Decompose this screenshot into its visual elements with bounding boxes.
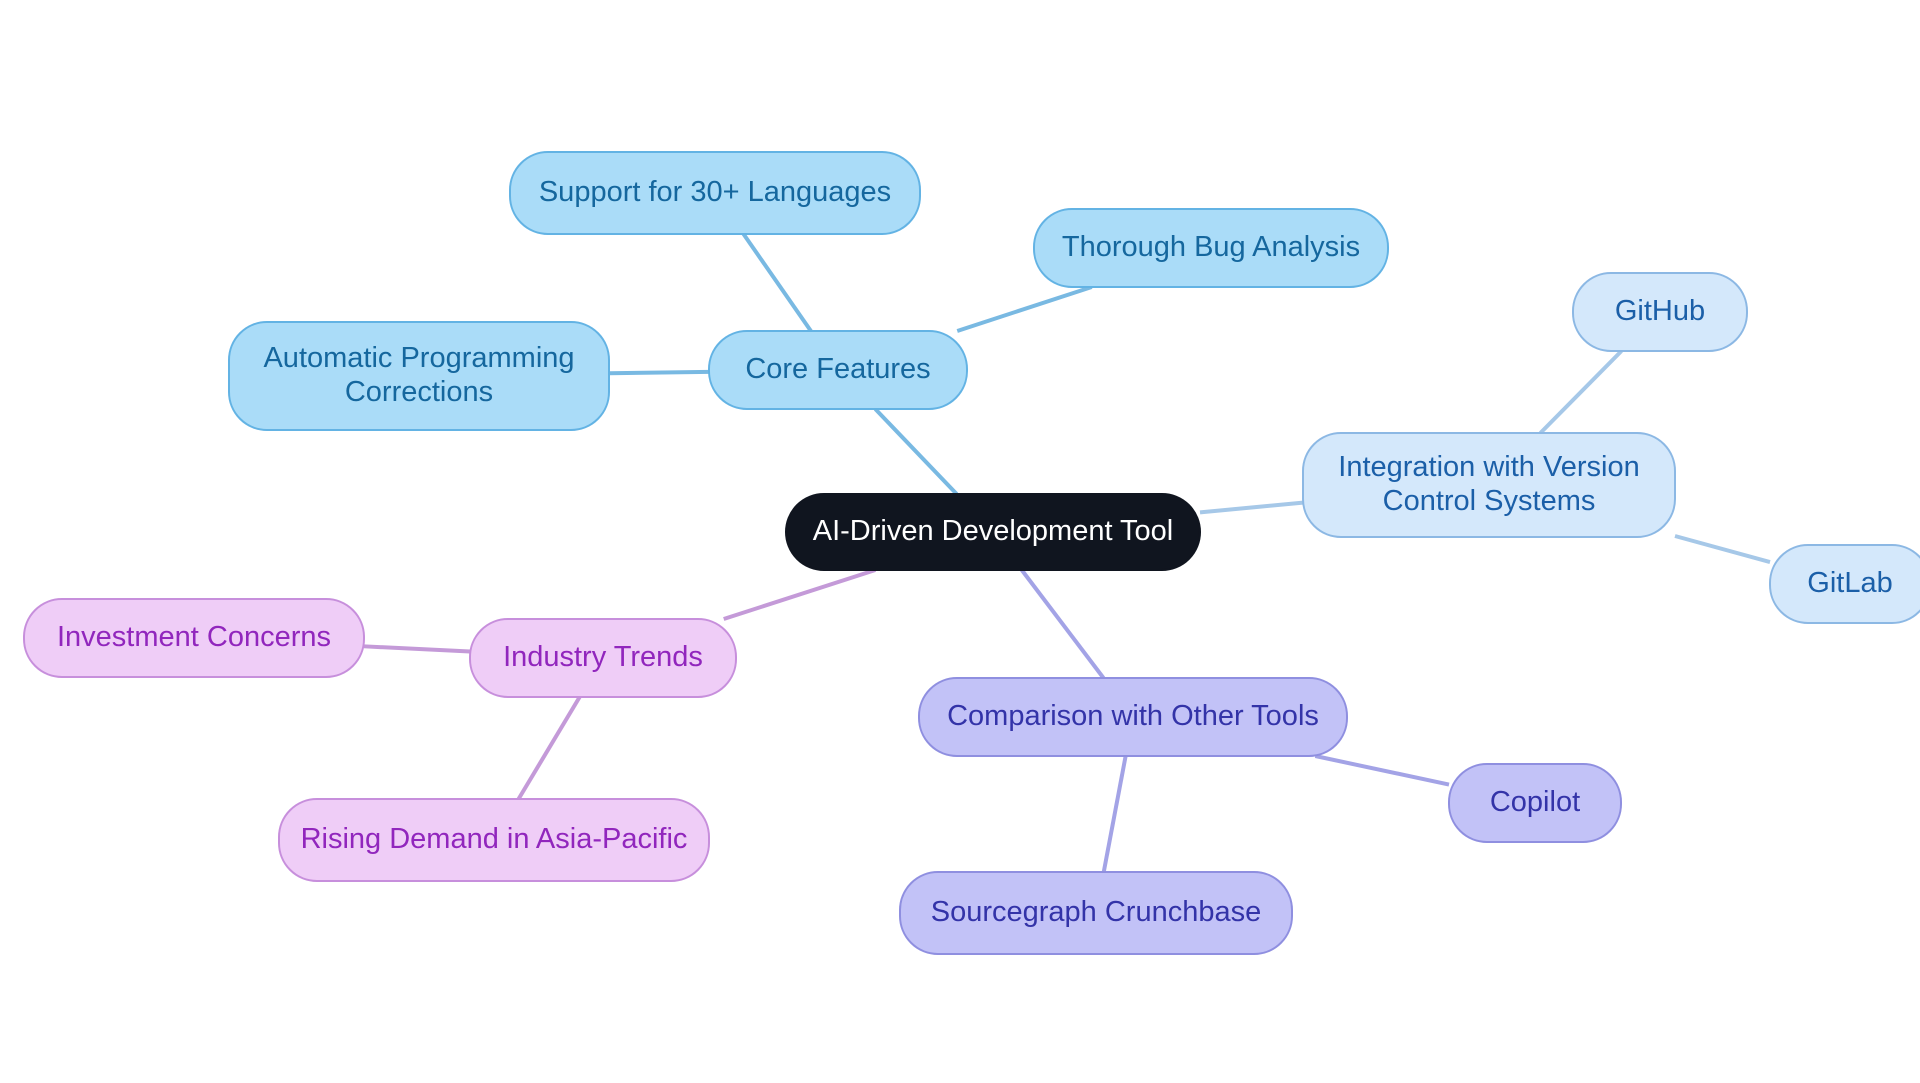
leaf-node-bug-analysis[interactable]: Thorough Bug Analysis [1033, 208, 1389, 288]
node-label-industry-trends: Industry Trends [503, 641, 703, 673]
node-label-support-languages: Support for 30+ Languages [539, 176, 891, 208]
edge-core-features-to-automatic-corrections [608, 369, 710, 376]
branch-node-industry-trends[interactable]: Industry Trends [469, 618, 737, 698]
branch-node-comparison-tools[interactable]: Comparison with Other Tools [918, 677, 1348, 757]
mind-map-diagram: Support for 30+ Languages Automatic Progr… [0, 0, 1920, 1083]
node-label-comparison-tools: Comparison with Other Tools [947, 700, 1319, 732]
leaf-node-sourcegraph-crunchbase[interactable]: Sourcegraph Crunchbase [899, 871, 1293, 955]
node-label-copilot: Copilot [1490, 786, 1580, 818]
leaf-node-automatic-corrections[interactable]: Automatic Programming Corrections [228, 321, 610, 431]
root-node-root[interactable]: AI-Driven Development Tool [785, 493, 1201, 571]
branch-node-core-features[interactable]: Core Features [708, 330, 968, 410]
leaf-node-support-languages[interactable]: Support for 30+ Languages [509, 151, 921, 235]
node-label-root: AI-Driven Development Tool [813, 515, 1174, 547]
leaf-node-gitlab[interactable]: GitLab [1769, 544, 1920, 624]
branch-node-version-control[interactable]: Integration with Version Control Systems [1302, 432, 1676, 538]
node-label-bug-analysis: Thorough Bug Analysis [1062, 231, 1360, 263]
node-label-gitlab: GitLab [1807, 567, 1892, 599]
leaf-node-rising-demand[interactable]: Rising Demand in Asia-Pacific [278, 798, 710, 882]
leaf-node-investment-concerns[interactable]: Investment Concerns [23, 598, 365, 678]
leaf-node-github[interactable]: GitHub [1572, 272, 1748, 352]
node-label-core-features: Core Features [745, 353, 930, 385]
node-label-rising-demand: Rising Demand in Asia-Pacific [301, 823, 688, 855]
node-label-github: GitHub [1615, 295, 1705, 327]
leaf-node-copilot[interactable]: Copilot [1448, 763, 1622, 843]
node-label-investment-concerns: Investment Concerns [57, 621, 331, 653]
node-label-sourcegraph-crunchbase: Sourcegraph Crunchbase [931, 896, 1261, 928]
